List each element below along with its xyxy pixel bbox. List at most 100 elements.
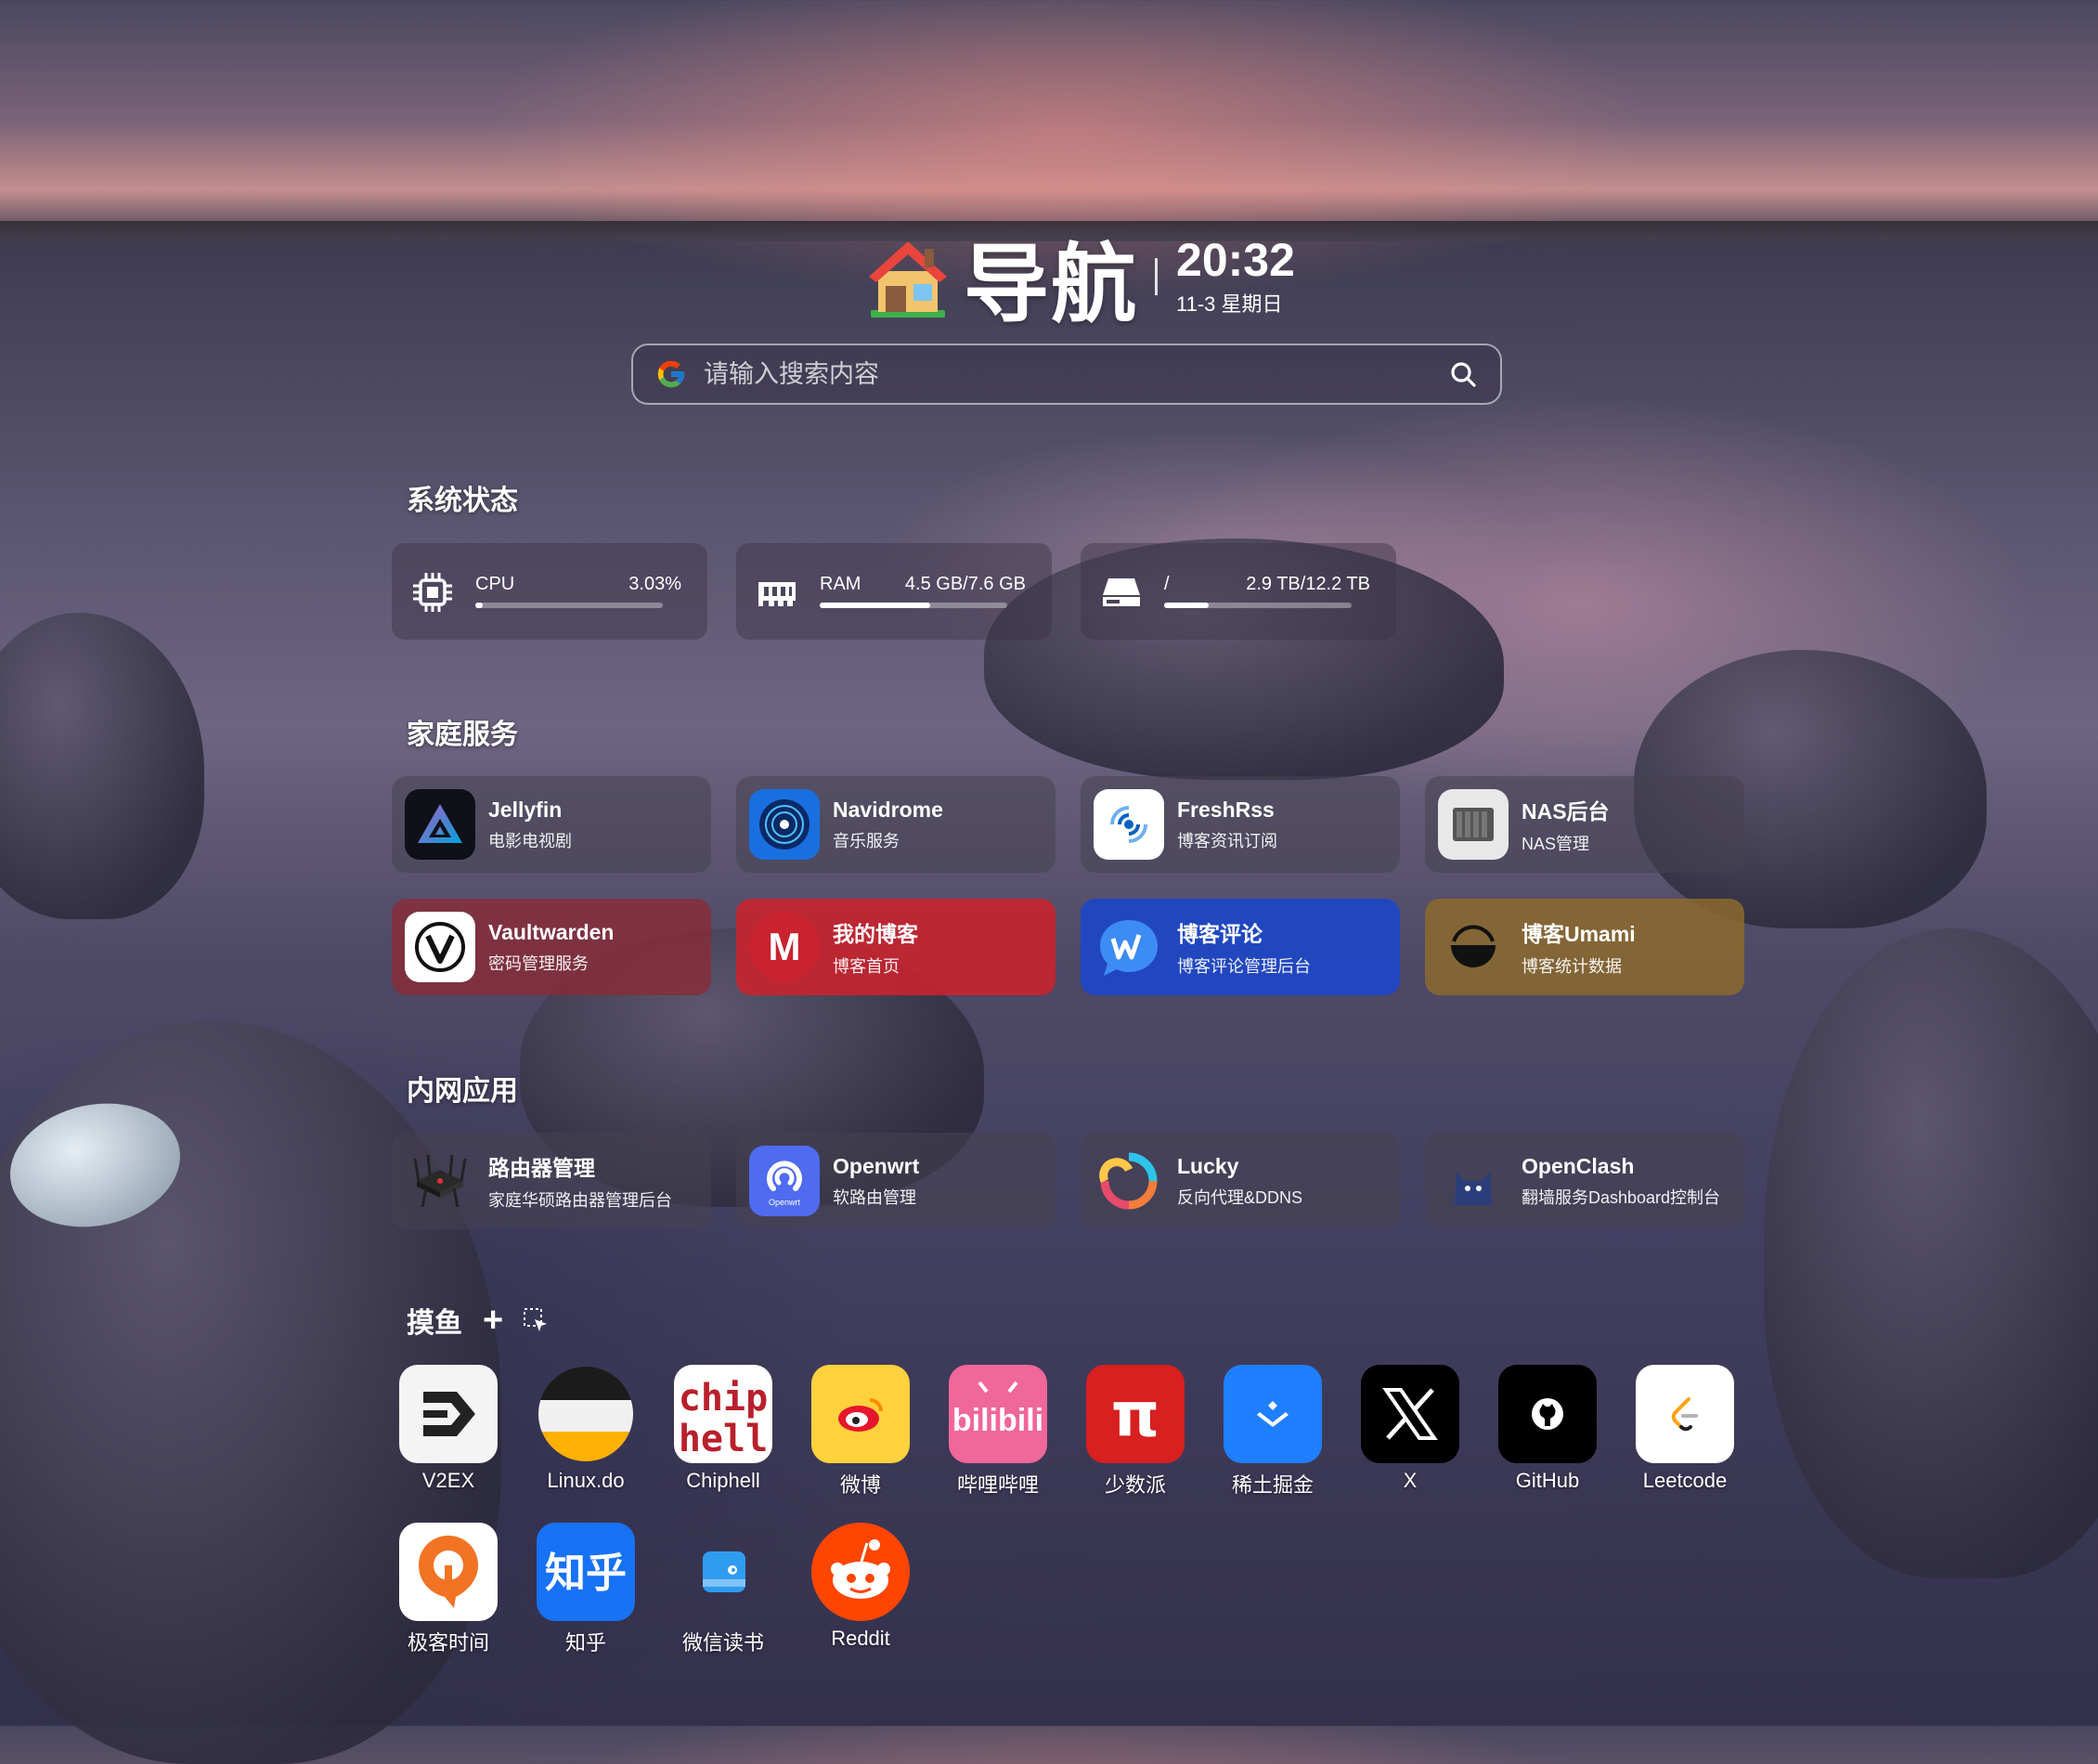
lan-app-desc: 反向代理&DDNS — [1177, 1187, 1303, 1207]
github-icon — [1498, 1365, 1597, 1463]
app-chiphell[interactable]: chip hell Chiphell — [654, 1365, 793, 1493]
background-rock — [1764, 928, 2098, 1578]
cpu-icon — [413, 573, 452, 612]
weibo-icon — [811, 1365, 910, 1463]
service-name: Navidrome — [833, 797, 943, 822]
service-name: 我的博客 — [833, 922, 918, 946]
ram-progress-fill — [820, 603, 931, 608]
lan-card-openclash[interactable]: OpenClash 翻墙服务Dashboard控制台 — [1425, 1133, 1744, 1229]
select-icon[interactable] — [522, 1306, 550, 1334]
service-card-vaultwarden[interactable]: Vaultwarden 密码管理服务 — [392, 899, 711, 995]
app-geektime[interactable]: 极客时间 — [379, 1523, 518, 1656]
lan-card-lucky[interactable]: Lucky 反向代理&DDNS — [1081, 1133, 1400, 1229]
cpu-value: 3.03% — [628, 574, 681, 594]
linuxdo-icon — [537, 1365, 635, 1463]
ram-progress-bar — [820, 603, 1007, 608]
app-label: GitHub — [1515, 1469, 1580, 1492]
service-name: Jellyfin — [488, 797, 563, 822]
app-label: 哔哩哔哩 — [956, 1473, 1039, 1497]
geektime-icon — [399, 1523, 498, 1621]
app-label: Reddit — [831, 1627, 890, 1650]
google-icon[interactable] — [655, 358, 687, 390]
app-bilibili[interactable]: bilibili 哔哩哔哩 — [928, 1365, 1068, 1498]
service-name: NAS后台 — [1522, 799, 1610, 824]
app-zhihu[interactable]: 知乎 知乎 — [516, 1523, 655, 1656]
cpu-label: CPU — [475, 574, 515, 594]
navidrome-icon — [749, 789, 820, 860]
header-divider — [1155, 258, 1159, 295]
lan-app-name: OpenClash — [1522, 1153, 1635, 1178]
app-leetcode[interactable]: Leetcode — [1615, 1365, 1755, 1493]
lan-card-router[interactable]: 路由器管理 家庭华硕路由器管理后台 — [392, 1133, 711, 1229]
ram-label: RAM — [820, 574, 861, 594]
nas-icon — [1438, 789, 1509, 860]
app-reddit[interactable]: Reddit — [791, 1523, 930, 1651]
app-weibo[interactable]: 微博 — [791, 1365, 930, 1498]
app-linuxdo[interactable]: Linux.do — [516, 1365, 655, 1493]
service-name: 博客Umami — [1522, 922, 1636, 946]
service-card-umami[interactable]: 博客Umami 博客统计数据 — [1425, 899, 1744, 995]
leetcode-icon — [1636, 1365, 1734, 1463]
lan-app-desc: 软路由管理 — [833, 1187, 916, 1207]
service-desc: 博客资讯订阅 — [1177, 831, 1277, 850]
juejin-icon — [1224, 1365, 1322, 1463]
service-card-blog-comment[interactable]: 博客评论 博客评论管理后台 — [1081, 899, 1400, 995]
search-button[interactable] — [1444, 356, 1482, 393]
search-input[interactable] — [702, 358, 1444, 390]
svg-text:M: M — [769, 925, 801, 968]
ram-status-card: RAM 4.5 GB/7.6 GB — [736, 543, 1052, 640]
app-label: Chiphell — [686, 1469, 760, 1492]
app-x[interactable]: X — [1340, 1365, 1480, 1493]
app-juejin[interactable]: 稀土掘金 — [1203, 1365, 1342, 1498]
ram-icon — [758, 582, 796, 606]
section-title-lan-apps: 内网应用 — [407, 1076, 518, 1107]
lan-card-openwrt[interactable]: Openwrt Openwrt 软路由管理 — [736, 1133, 1055, 1229]
vaultwarden-icon — [405, 912, 475, 982]
service-desc: 博客评论管理后台 — [1177, 957, 1311, 976]
app-github[interactable]: GitHub — [1478, 1365, 1617, 1493]
blog-m-icon: M — [749, 912, 820, 982]
app-label: 微博 — [839, 1473, 881, 1497]
service-desc: 密码管理服务 — [488, 953, 589, 973]
app-v2ex[interactable]: V2EX — [379, 1365, 518, 1493]
weread-icon — [674, 1523, 772, 1621]
service-card-freshrss[interactable]: FreshRss 博客资讯订阅 — [1081, 776, 1400, 873]
svg-text:Openwrt: Openwrt — [769, 1198, 801, 1207]
app-weread[interactable]: 微信读书 — [654, 1523, 793, 1656]
add-button[interactable]: + — [483, 1303, 503, 1338]
app-label: V2EX — [421, 1469, 475, 1492]
section-title-home-services: 家庭服务 — [407, 720, 518, 750]
disk-value: 2.9 TB/12.2 TB — [1246, 574, 1370, 594]
openwrt-icon: Openwrt — [749, 1146, 820, 1216]
app-label: X — [1403, 1469, 1418, 1492]
section-title-fun: 摸鱼 + — [407, 1300, 550, 1341]
cpu-progress-fill — [475, 603, 484, 608]
service-card-navidrome[interactable]: Navidrome 音乐服务 — [736, 776, 1055, 873]
service-desc: 博客首页 — [833, 957, 900, 976]
service-card-jellyfin[interactable]: Jellyfin 电影电视剧 — [392, 776, 711, 873]
router-icon — [405, 1146, 475, 1216]
svg-text:hell: hell — [679, 1418, 768, 1460]
background-rock — [0, 613, 204, 919]
service-desc: 音乐服务 — [833, 831, 900, 850]
lan-app-name: Openwrt — [833, 1153, 920, 1178]
reddit-icon — [811, 1523, 910, 1621]
svg-text:π: π — [1111, 1381, 1159, 1446]
service-card-nas[interactable]: NAS后台 NAS管理 — [1425, 776, 1744, 873]
app-label: 稀土掘金 — [1231, 1473, 1314, 1497]
app-sspai[interactable]: π 少数派 — [1066, 1365, 1205, 1498]
app-label: Linux.do — [547, 1469, 625, 1492]
clock-date: 11-3 星期日 — [1176, 292, 1283, 316]
svg-text:bilibili: bilibili — [952, 1403, 1043, 1438]
app-label: 少数派 — [1104, 1473, 1166, 1497]
v2ex-icon — [399, 1365, 498, 1463]
disk-label: / — [1164, 574, 1170, 594]
svg-text:chip: chip — [679, 1377, 768, 1420]
section-title-system-status: 系统状态 — [407, 486, 518, 516]
service-card-my-blog[interactable]: M 我的博客博客首页 — [736, 899, 1055, 995]
lan-app-name: Lucky — [1177, 1153, 1239, 1178]
openclash-cat-icon — [1438, 1146, 1509, 1216]
service-name: Vaultwarden — [488, 919, 615, 944]
site-title: 导航 — [964, 237, 1139, 332]
header: 导航 20:32 11-3 星期日 — [865, 230, 1295, 332]
